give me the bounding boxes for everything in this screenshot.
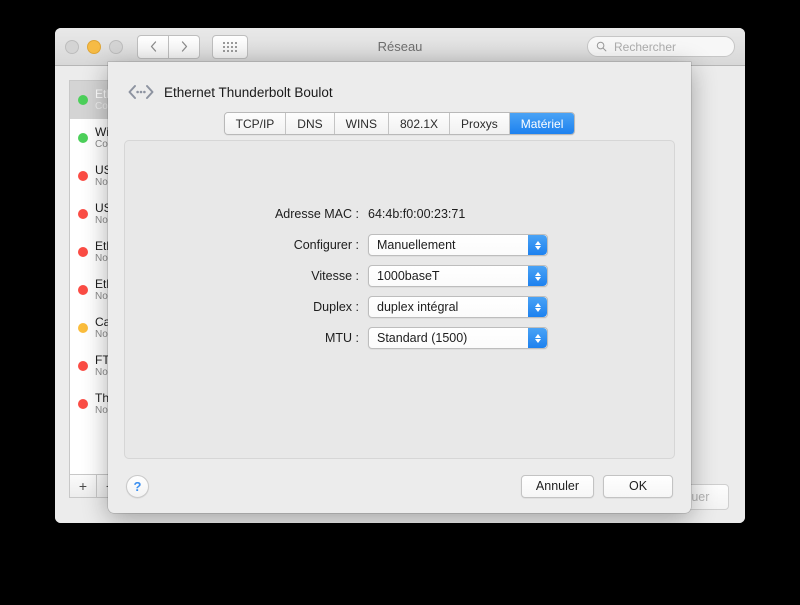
hardware-form: Adresse MAC : 64:4b:f0:00:23:71 Configur…	[125, 141, 674, 349]
ethernet-network-icon	[128, 85, 154, 99]
grid-icon	[223, 41, 237, 52]
mtu-label: MTU :	[324, 331, 359, 345]
status-dot-icon	[78, 247, 88, 257]
configure-value: Manuellement	[377, 238, 456, 252]
status-dot-icon	[78, 323, 88, 333]
mtu-value: Standard (1500)	[377, 331, 468, 345]
search-icon	[596, 41, 607, 52]
tab-dns[interactable]: DNS	[286, 113, 335, 134]
mac-address-value: 64:4b:f0:00:23:71	[368, 207, 466, 221]
configure-popup[interactable]: Manuellement	[368, 234, 548, 256]
speed-popup[interactable]: 1000baseT	[368, 265, 548, 287]
cancel-button[interactable]: Annuler	[520, 474, 594, 498]
add-service-button[interactable]: +	[70, 475, 97, 497]
mtu-row: MTU : Standard (1500)	[125, 327, 674, 349]
status-dot-icon	[78, 361, 88, 371]
desktop-background: Réseau Eth Con	[0, 0, 800, 605]
search-input[interactable]	[612, 38, 726, 55]
speed-value: 1000baseT	[377, 269, 440, 283]
help-button[interactable]: ?	[126, 474, 149, 498]
duplex-value: duplex intégral	[377, 300, 459, 314]
mac-address-label: Adresse MAC :	[274, 207, 359, 221]
tab-bar: TCP/IP DNS WINS 802.1X Proxys Matériel	[108, 112, 691, 135]
configure-label: Configurer :	[293, 238, 359, 252]
mac-address-row: Adresse MAC : 64:4b:f0:00:23:71	[125, 203, 674, 225]
status-dot-icon	[78, 285, 88, 295]
tab-proxys[interactable]: Proxys	[450, 113, 510, 134]
stepper-arrows-icon[interactable]	[528, 328, 547, 348]
show-all-button[interactable]	[212, 34, 248, 59]
tab-materiel[interactable]: Matériel	[509, 113, 575, 134]
tab-tcpip[interactable]: TCP/IP	[224, 113, 287, 134]
back-button[interactable]	[137, 34, 169, 59]
duplex-row: Duplex : duplex intégral	[125, 296, 674, 318]
stepper-arrows-icon[interactable]	[528, 235, 547, 255]
tab-wins[interactable]: WINS	[334, 113, 389, 134]
status-dot-icon	[78, 133, 88, 143]
mtu-popup[interactable]: Standard (1500)	[368, 327, 548, 349]
zoom-button[interactable]	[109, 39, 123, 54]
stepper-arrows-icon[interactable]	[528, 297, 547, 317]
close-button[interactable]	[65, 39, 79, 54]
speed-row: Vitesse : 1000baseT	[125, 265, 674, 287]
speed-label: Vitesse :	[311, 269, 359, 283]
navigation-buttons	[137, 34, 200, 59]
status-dot-icon	[78, 399, 88, 409]
tab-content-panel: Adresse MAC : 64:4b:f0:00:23:71 Configur…	[124, 140, 675, 459]
status-dot-icon	[78, 171, 88, 181]
status-dot-icon	[78, 209, 88, 219]
sheet-footer: ? Annuler OK	[108, 459, 691, 513]
traffic-light-group	[65, 39, 123, 54]
search-field[interactable]	[587, 36, 735, 57]
duplex-label: Duplex :	[313, 300, 359, 314]
duplex-popup[interactable]: duplex intégral	[368, 296, 548, 318]
hardware-settings-sheet: Ethernet Thunderbolt Boulot TCP/IP DNS W…	[108, 62, 691, 513]
sheet-title: Ethernet Thunderbolt Boulot	[164, 84, 333, 100]
forward-button[interactable]	[169, 34, 200, 59]
ok-button[interactable]: OK	[603, 474, 673, 498]
tab-strip: TCP/IP DNS WINS 802.1X Proxys Matériel	[223, 112, 576, 135]
configure-row: Configurer : Manuellement	[125, 234, 674, 256]
sheet-header: Ethernet Thunderbolt Boulot	[108, 62, 691, 104]
status-dot-icon	[78, 95, 88, 105]
tab-8021x[interactable]: 802.1X	[388, 113, 451, 134]
minimize-button[interactable]	[87, 39, 101, 54]
chevron-left-icon	[150, 41, 156, 52]
stepper-arrows-icon[interactable]	[528, 266, 547, 286]
window-titlebar: Réseau	[55, 28, 745, 66]
chevron-right-icon	[181, 41, 187, 52]
